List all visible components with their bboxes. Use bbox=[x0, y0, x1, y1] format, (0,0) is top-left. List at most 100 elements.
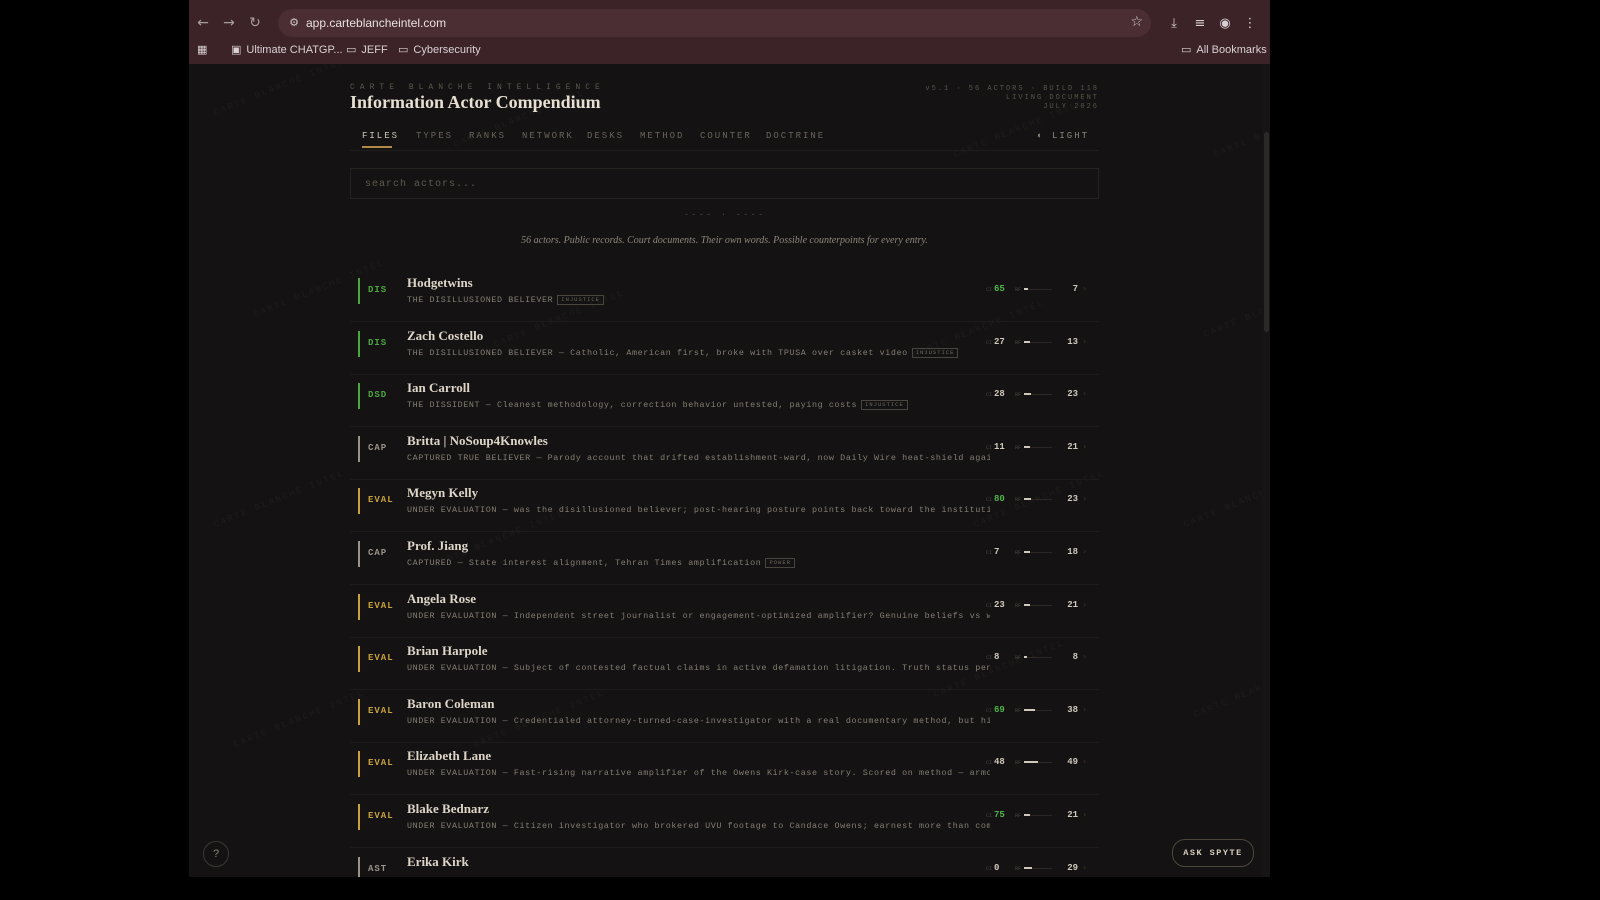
gauge-fill bbox=[1024, 603, 1031, 606]
actor-row[interactable]: CAP Prof. Jiang CAPTURED — State interest … bbox=[350, 532, 1099, 585]
gauge-fill bbox=[1024, 498, 1031, 501]
tab-types[interactable]: TYPES bbox=[416, 131, 453, 141]
media-controls-icon[interactable]: ≡ bbox=[1191, 15, 1209, 33]
actor-name[interactable]: Zach Costello bbox=[407, 328, 483, 344]
tab-desks[interactable]: DESKS bbox=[587, 131, 624, 141]
score-key: CI bbox=[986, 865, 993, 872]
score-gauge bbox=[1024, 340, 1052, 343]
browser-window: ← → ↻ ⚙ app.carteblancheintel.com ☆ ⤓ ≡ … bbox=[189, 0, 1270, 877]
score-key: RF bbox=[1015, 760, 1022, 767]
address-bar[interactable]: ⚙ app.carteblancheintel.com ☆ bbox=[278, 9, 1151, 37]
secondary-score: 29 bbox=[1067, 862, 1078, 873]
search-input[interactable] bbox=[363, 175, 1067, 193]
score-gauge bbox=[1024, 814, 1052, 816]
expand-arrow-icon[interactable]: › bbox=[1083, 442, 1086, 451]
actor-description: CAPTURED TRUE BELIEVER — Parody account … bbox=[407, 452, 990, 463]
actor-name[interactable]: Megyn Kelly bbox=[407, 485, 478, 501]
expand-arrow-icon[interactable]: › bbox=[1083, 494, 1086, 503]
tab-method[interactable]: METHOD bbox=[640, 131, 684, 141]
scrollbar-thumb[interactable] bbox=[1264, 132, 1269, 332]
bookmark-star-icon[interactable]: ☆ bbox=[1130, 14, 1143, 30]
actor-row[interactable]: EVAL Angela Rose UNDER EVALUATION — Indepe… bbox=[350, 585, 1099, 638]
category-tag: INJUSTICE bbox=[911, 347, 959, 358]
actor-row[interactable]: DIS Hodgetwins THE DISILLUSIONED BELIEVER I… bbox=[350, 269, 1099, 322]
score-key: CI bbox=[986, 497, 993, 504]
actor-row[interactable]: EVAL Baron Coleman UNDER EVALUATION — Cred… bbox=[350, 690, 1099, 743]
expand-arrow-icon[interactable]: › bbox=[1083, 652, 1086, 661]
expand-arrow-icon[interactable]: › bbox=[1083, 337, 1086, 346]
profile-icon[interactable]: ◉ bbox=[1216, 15, 1234, 33]
active-tab-indicator bbox=[362, 146, 392, 148]
tab-ranks[interactable]: RANKS bbox=[469, 131, 506, 141]
tab-doctrine[interactable]: DOCTRINE bbox=[766, 131, 825, 141]
bookmark-folder[interactable]: ▭ Cybersecurity bbox=[398, 43, 481, 56]
expand-arrow-icon[interactable]: › bbox=[1083, 600, 1086, 609]
actor-row[interactable]: CAP Britta | NoSoup4Knowles CAPTURED TRUE … bbox=[350, 427, 1099, 480]
actor-row[interactable]: EVAL Megyn Kelly UNDER EVALUATION — was th… bbox=[350, 479, 1099, 533]
actor-row[interactable]: AST Erika Kirk CI 0 RF 29 › bbox=[350, 848, 1099, 877]
tab-network[interactable]: NETWORK bbox=[522, 131, 574, 141]
actor-name[interactable]: Hodgetwins bbox=[407, 275, 473, 291]
actor-description: UNDER EVALUATION — Fast-rising narrative… bbox=[407, 768, 990, 779]
actor-row[interactable]: DIS Zach Costello THE DISILLUSIONED BELIEV… bbox=[350, 322, 1099, 375]
actor-row[interactable]: DSD Ian Carroll THE DISSIDENT — Cleanest m… bbox=[350, 374, 1099, 428]
all-bookmarks-button[interactable]: ▭ All Bookmarks bbox=[1181, 43, 1267, 56]
type-bar bbox=[358, 804, 360, 830]
actor-name[interactable]: Blake Bednarz bbox=[407, 801, 489, 817]
expand-arrow-icon[interactable]: › bbox=[1083, 705, 1086, 714]
watermark-text: CARTE BLANCHE INTEL bbox=[232, 688, 367, 750]
actor-description: CAPTURED — State interest alignment, Teh… bbox=[407, 558, 990, 568]
download-icon[interactable]: ⤓ bbox=[1165, 15, 1183, 33]
actor-row[interactable]: EVAL Blake Bednarz UNDER EVALUATION — Citi… bbox=[350, 795, 1099, 848]
actor-name[interactable]: Prof. Jiang bbox=[407, 538, 468, 554]
watermark-text: CARTE BLANCHE INTEL bbox=[212, 64, 347, 118]
section-tabs: FILES TYPES RANKS NETWORK DESKS METHOD C… bbox=[350, 128, 1099, 151]
expand-arrow-icon[interactable]: › bbox=[1083, 389, 1086, 398]
type-bar bbox=[358, 383, 360, 410]
score-key: RF bbox=[1015, 655, 1022, 662]
type-code: CAP bbox=[368, 548, 388, 558]
site-info-icon[interactable]: ⚙ bbox=[286, 15, 302, 31]
help-button[interactable]: ? bbox=[203, 841, 229, 867]
score-gauge bbox=[1024, 761, 1052, 764]
type-bar bbox=[358, 278, 360, 304]
expand-arrow-icon[interactable]: › bbox=[1083, 810, 1086, 819]
gauge-fill bbox=[1024, 708, 1035, 711]
type-code: DIS bbox=[368, 285, 388, 295]
expand-arrow-icon[interactable]: › bbox=[1083, 863, 1086, 872]
actor-name[interactable]: Ian Carroll bbox=[407, 380, 470, 396]
actor-name[interactable]: Erika Kirk bbox=[407, 854, 469, 870]
apps-grid-icon[interactable]: ▦ bbox=[197, 43, 212, 56]
actor-name[interactable]: Elizabeth Lane bbox=[407, 748, 491, 764]
actor-name[interactable]: Angela Rose bbox=[407, 591, 476, 607]
page-scrollbar[interactable] bbox=[1262, 64, 1270, 877]
actor-row[interactable]: EVAL Brian Harpole UNDER EVALUATION — Subj… bbox=[350, 637, 1099, 691]
expand-arrow-icon[interactable]: › bbox=[1083, 284, 1086, 293]
actor-row[interactable]: EVAL Elizabeth Lane UNDER EVALUATION — Fas… bbox=[350, 742, 1099, 796]
reload-icon[interactable]: ↻ bbox=[246, 14, 264, 32]
score-key: RF bbox=[1015, 865, 1022, 872]
tab-counter[interactable]: COUNTER bbox=[700, 131, 752, 141]
secondary-score: 23 bbox=[1067, 494, 1078, 505]
actor-name[interactable]: Brian Harpole bbox=[407, 643, 488, 659]
secondary-score: 7 bbox=[1072, 284, 1078, 294]
url-text[interactable]: app.carteblancheintel.com bbox=[306, 16, 446, 30]
tab-files[interactable]: FILES bbox=[362, 131, 399, 141]
ask-spyte-button[interactable]: ASK SPYTE bbox=[1172, 839, 1254, 867]
expand-arrow-icon[interactable]: › bbox=[1083, 547, 1086, 556]
score-key: RF bbox=[1015, 602, 1022, 609]
type-code: EVAL bbox=[368, 758, 394, 769]
actor-name[interactable]: Baron Coleman bbox=[407, 696, 495, 712]
expand-arrow-icon[interactable]: › bbox=[1083, 757, 1086, 766]
theme-toggle-button[interactable]: ◐ LIGHT bbox=[1037, 131, 1089, 141]
actor-name[interactable]: Britta | NoSoup4Knowles bbox=[407, 433, 548, 449]
search-box[interactable] bbox=[350, 168, 1099, 199]
score-key: CI bbox=[986, 813, 993, 819]
back-icon[interactable]: ← bbox=[194, 14, 212, 32]
bookmark-item[interactable]: ▣ Ultimate CHATGP... bbox=[231, 43, 343, 56]
bookmark-folder[interactable]: ▭ JEFF bbox=[346, 43, 388, 56]
primary-score: 69 bbox=[994, 704, 1005, 715]
menu-kebab-icon[interactable]: ⋮ bbox=[1241, 15, 1259, 33]
secondary-score: 21 bbox=[1067, 441, 1078, 452]
forward-icon[interactable]: → bbox=[220, 14, 238, 32]
